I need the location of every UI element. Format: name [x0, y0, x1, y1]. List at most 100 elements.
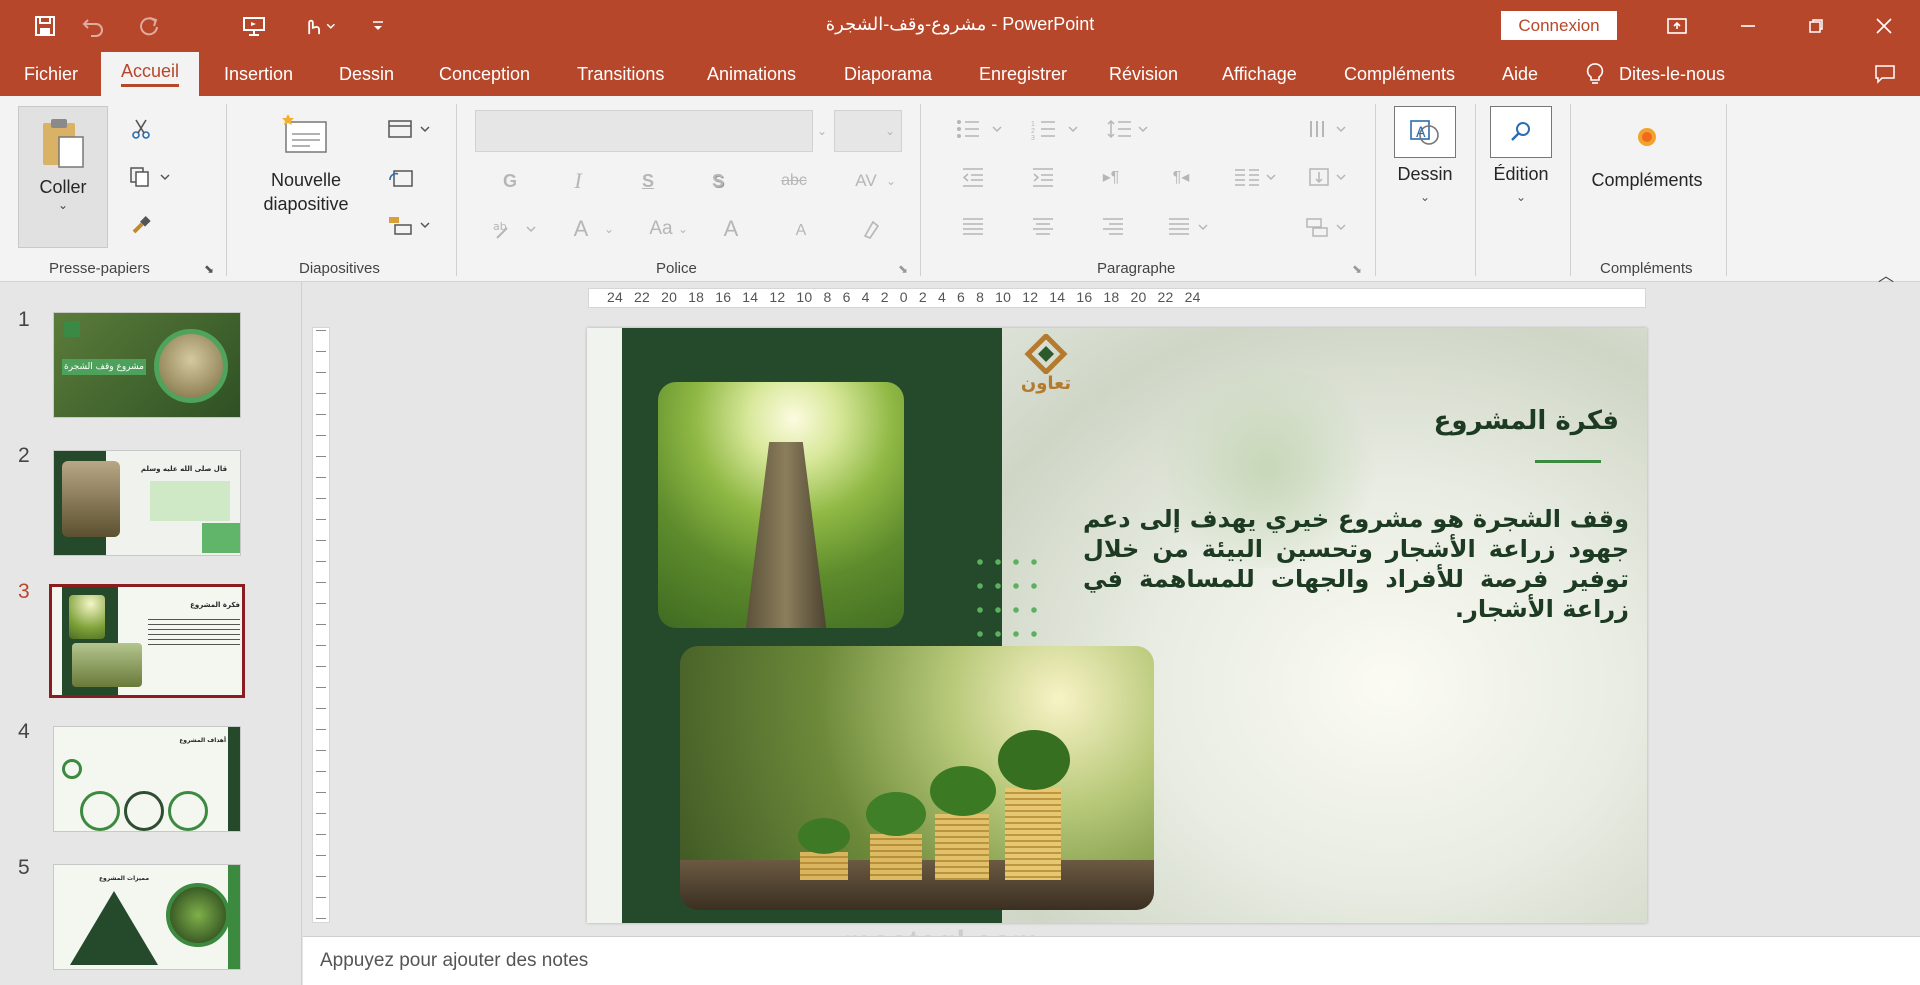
logo-icon	[64, 321, 80, 337]
drawing-shapes-icon[interactable]: A	[1394, 106, 1456, 158]
ribbon-display-icon[interactable]	[1657, 8, 1697, 44]
svg-text:A: A	[1416, 125, 1426, 141]
svg-text:3: 3	[1031, 135, 1035, 140]
text-direction-icon[interactable]	[1306, 114, 1350, 144]
align-text-icon[interactable]	[1306, 162, 1350, 192]
vertical-ruler[interactable]	[312, 327, 330, 923]
minimize-icon[interactable]	[1728, 8, 1768, 44]
tab-conception[interactable]: Conception	[431, 52, 538, 96]
chevron-down-icon[interactable]: ⌄	[1418, 188, 1432, 206]
chevron-down-icon[interactable]: ⌄	[880, 110, 900, 152]
tab-transitions[interactable]: Transitions	[569, 52, 672, 96]
reset-slide-icon[interactable]	[386, 166, 416, 192]
align-right-icon[interactable]	[1098, 212, 1128, 242]
slide-thumbnail-pane[interactable]: 1 مشروع وقف الشجرة 2 قال صلى الله عليه و…	[0, 282, 302, 985]
addins-label[interactable]: Compléments	[1588, 170, 1706, 191]
tab-accueil[interactable]: Accueil	[101, 52, 199, 96]
tab-complements[interactable]: Compléments	[1336, 52, 1463, 96]
change-case-button[interactable]: Aa	[644, 214, 678, 244]
tab-animations[interactable]: Animations	[699, 52, 804, 96]
font-name-input[interactable]	[475, 110, 813, 152]
highlight-icon[interactable]	[856, 214, 886, 244]
cut-icon[interactable]	[126, 114, 156, 144]
align-left-icon[interactable]	[958, 212, 988, 242]
close-icon[interactable]	[1864, 8, 1904, 44]
slide-thumbnail-3[interactable]: فكرة المشروع	[49, 584, 245, 698]
separator	[920, 104, 921, 276]
align-center-icon[interactable]	[1028, 212, 1058, 242]
copy-icon[interactable]	[126, 162, 174, 192]
tab-dessin[interactable]: Dessin	[331, 52, 402, 96]
shadow-button[interactable]: S	[702, 166, 734, 196]
horizontal-ruler[interactable]: 24 22 20 18 16 14 12 10 8 6 4 2 0 2 4 6 …	[588, 288, 1646, 308]
shrink-font-button[interactable]: A	[786, 216, 816, 246]
restore-icon[interactable]	[1796, 8, 1836, 44]
dot-grid	[971, 550, 1041, 642]
italic-button[interactable]: I	[562, 166, 594, 196]
tab-affichage[interactable]: Affichage	[1214, 52, 1305, 96]
format-painter-icon[interactable]	[126, 210, 156, 240]
bullets-icon[interactable]	[954, 114, 1006, 144]
chevron-down-icon[interactable]: ⌄	[812, 110, 832, 152]
tab-insertion[interactable]: Insertion	[216, 52, 301, 96]
editing-label[interactable]: Édition	[1482, 164, 1560, 185]
dialog-launcher-icon[interactable]: ⬊	[1350, 262, 1364, 276]
notes-pane[interactable]: Appuyez pour ajouter des notes	[303, 936, 1920, 985]
justify-icon[interactable]	[1166, 212, 1216, 242]
tab-aide[interactable]: Aide	[1494, 52, 1546, 96]
dialog-launcher-icon[interactable]: ⬊	[202, 262, 216, 276]
paste-button[interactable]: Coller ⌄	[18, 106, 108, 248]
title-bar: مشروع-وقف-الشجرة - PowerPoint Connexion	[0, 0, 1920, 52]
chevron-down-icon[interactable]: ⌄	[602, 214, 616, 244]
comments-icon[interactable]	[1866, 52, 1904, 96]
search-icon[interactable]	[1490, 106, 1552, 158]
slide-thumbnail-5[interactable]: مميزات المشروع	[53, 864, 241, 970]
increase-indent-icon[interactable]	[1028, 162, 1058, 192]
tab-fichier[interactable]: Fichier	[16, 52, 86, 96]
layout-icon[interactable]	[386, 116, 434, 142]
slide-heading[interactable]: فكرة المشروع	[1307, 406, 1619, 436]
rtl-icon[interactable]: ¶◂	[1166, 162, 1196, 192]
goal-circle	[80, 791, 120, 831]
dialog-launcher-icon[interactable]: ⬊	[896, 262, 910, 276]
smartart-icon[interactable]	[1304, 212, 1352, 242]
strikethrough-button[interactable]: abc	[774, 166, 814, 196]
slide-thumbnail-2[interactable]: قال صلى الله عليه وسلم	[53, 450, 241, 556]
chevron-down-icon[interactable]: ⌄	[676, 214, 690, 244]
chevron-down-icon[interactable]: ⌄	[884, 166, 898, 196]
ltr-icon[interactable]: ▸¶	[1096, 162, 1126, 192]
notes-placeholder[interactable]: Appuyez pour ajouter des notes	[320, 950, 588, 972]
drawing-label[interactable]: Dessin	[1394, 164, 1456, 185]
slide-thumbnail-1[interactable]: مشروع وقف الشجرة	[53, 312, 241, 418]
char-spacing-button[interactable]: AV	[846, 166, 886, 196]
grow-font-button[interactable]: A	[716, 214, 746, 244]
decrease-indent-icon[interactable]	[958, 162, 988, 192]
clear-formatting-icon[interactable]: ab	[490, 214, 538, 244]
slide-number: 1	[18, 308, 30, 331]
sign-in-button[interactable]: Connexion	[1501, 11, 1617, 40]
heading-underline	[1535, 460, 1601, 463]
svg-text:2: 2	[1031, 128, 1035, 135]
slide-body-text[interactable]: وقف الشجرة هو مشروع خيري يهدف إلى دعم جه…	[1083, 504, 1629, 624]
addins-icon[interactable]	[1630, 120, 1664, 154]
columns-icon[interactable]	[1232, 162, 1280, 192]
separator	[226, 104, 227, 276]
svg-text:1: 1	[1031, 121, 1035, 128]
slide-canvas[interactable]: تعاون فكرة المشروع وقف الشجرة هو مشروع خ…	[587, 328, 1647, 923]
tab-revision[interactable]: Révision	[1101, 52, 1186, 96]
new-slide-button[interactable]: Nouvelle diapositive	[254, 112, 358, 236]
line-spacing-icon[interactable]	[1106, 114, 1152, 144]
section-icon[interactable]	[386, 212, 434, 238]
numbering-icon[interactable]: 123	[1030, 114, 1082, 144]
tab-diaporama[interactable]: Diaporama	[836, 52, 940, 96]
chevron-down-icon[interactable]: ⌄	[1514, 188, 1528, 206]
goal-circle	[168, 791, 208, 831]
bold-button[interactable]: G	[494, 166, 526, 196]
tab-enregistrer[interactable]: Enregistrer	[971, 52, 1075, 96]
green-panel	[228, 727, 240, 831]
underline-button[interactable]: S	[632, 166, 664, 196]
font-color-button[interactable]: A	[566, 214, 596, 244]
tell-me-box[interactable]: Dites-le-nous	[1577, 52, 1733, 96]
separator	[1375, 104, 1376, 276]
slide-thumbnail-4[interactable]: أهداف المشروع	[53, 726, 241, 832]
